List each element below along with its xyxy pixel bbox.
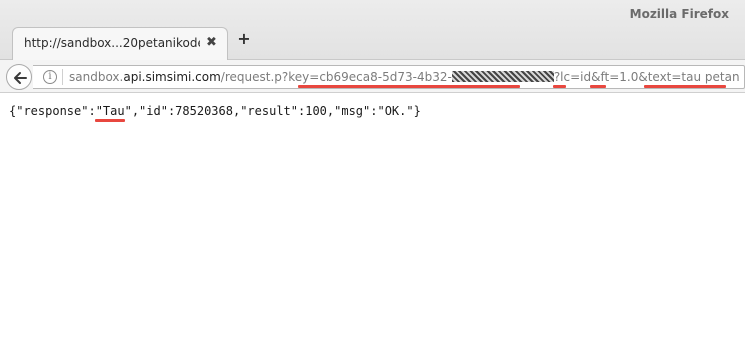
window-title: Mozilla Firefox: [629, 7, 729, 21]
json-response-value: "Tau": [95, 104, 132, 118]
plus-icon[interactable]: +: [236, 31, 252, 47]
info-icon[interactable]: i: [43, 70, 57, 84]
back-arrow-icon: [14, 72, 27, 84]
url-path-after: ?lc=id&ft=1.0&text=tau petanikode?: [553, 70, 739, 84]
redacted-key-region: [451, 71, 554, 82]
window-titlebar: Mozilla Firefox http://sandbox...20petan…: [0, 0, 745, 61]
highlight-underline-key: [298, 85, 520, 88]
highlight-underline-ft: [590, 85, 606, 88]
highlight-underline-lc: [553, 85, 566, 88]
json-response: {"response":"Tau","id":78520368,"result"…: [9, 104, 421, 118]
tab-active[interactable]: http://sandbox...20petanikode? ✖: [12, 27, 228, 61]
json-part-end: ,"id":78520368,"result":100,"msg":"OK."}: [131, 104, 421, 118]
url-host: api.simsimi.com: [123, 70, 221, 84]
highlight-underline-response: [95, 119, 125, 122]
url-prefix: sandbox.: [69, 70, 124, 84]
close-icon[interactable]: ✖: [206, 35, 217, 51]
url-path-before: /request.p?key=cb69eca8-5d73-4b32-: [220, 70, 452, 84]
url-input[interactable]: sandbox.api.simsimi.com/request.p?key=cb…: [69, 70, 739, 84]
tab-title: http://sandbox...20petanikode?: [24, 36, 200, 50]
navigation-toolbar: i sandbox.api.simsimi.com/request.p?key=…: [0, 60, 745, 93]
page-content: {"response":"Tau","id":78520368,"result"…: [0, 93, 745, 343]
url-bar-separator: [62, 69, 63, 85]
json-part-start: {"response":: [9, 104, 96, 118]
highlight-underline-text: [644, 85, 726, 88]
back-button[interactable]: [6, 64, 32, 90]
